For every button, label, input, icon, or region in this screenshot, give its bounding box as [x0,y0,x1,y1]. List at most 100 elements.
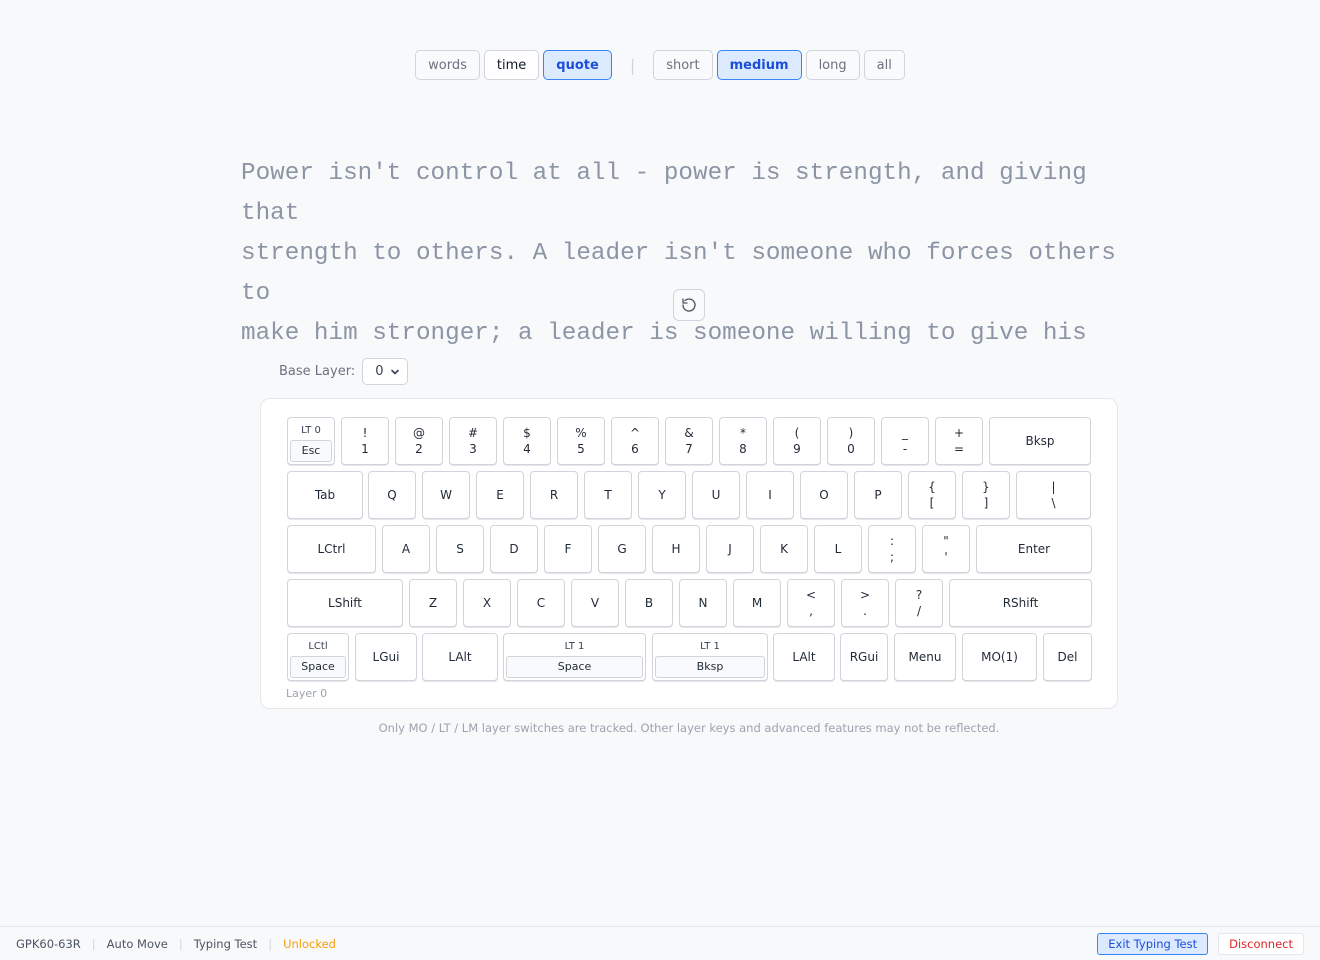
key-r3-9[interactable]: >. [841,579,889,627]
key-r1-7[interactable]: U [692,471,740,519]
key-label: - [902,442,908,456]
key-shift-label: ? [915,588,923,602]
key-r2-3[interactable]: D [490,525,538,573]
key-shift-label: & [684,426,694,440]
key-r4-8[interactable]: MO(1) [962,633,1037,681]
key-r3-7[interactable]: M [733,579,781,627]
key-label: 9 [793,442,801,456]
base-layer-value: 0 [375,364,384,379]
key-r3-10[interactable]: ? / [895,579,943,627]
key-r2-9[interactable]: L [814,525,862,573]
key-r1-2[interactable]: W [422,471,470,519]
key-r2-11[interactable]: " ' [922,525,970,573]
disconnect-button[interactable]: Disconnect [1218,932,1304,955]
key-label: ] [983,496,989,510]
key-r4-3[interactable]: LT 1 Space [503,633,646,681]
key-r0-8[interactable]: * 8 [719,417,767,465]
key-r4-9[interactable]: Del [1043,633,1092,681]
key-label: ' [944,550,948,564]
length-short-button[interactable]: short [653,50,713,80]
key-r3-11[interactable]: RShift [949,579,1092,627]
key-r0-4[interactable]: $4 [503,417,551,465]
key-label: 7 [685,442,693,456]
key-r1-6[interactable]: Y [638,471,686,519]
key-r0-9[interactable]: (9 [773,417,821,465]
key-r0-2[interactable]: @2 [395,417,443,465]
key-r0-1[interactable]: ! 1 [341,417,389,465]
key-r3-5[interactable]: B [625,579,673,627]
key-label: F [564,542,572,556]
key-r4-7[interactable]: Menu [894,633,956,681]
key-r3-1[interactable]: Z [409,579,457,627]
key-r4-1[interactable]: LGui [355,633,417,681]
key-r0-3[interactable]: #3 [449,417,497,465]
key-r0-5[interactable]: % 5 [557,417,605,465]
key-r2-10[interactable]: :; [868,525,916,573]
key-label: S [456,542,464,556]
auto-move-status[interactable]: Auto Move [107,937,168,951]
key-r2-2[interactable]: S [436,525,484,573]
keyboard-panel: Layer 0 LT 0 Esc! 1 @2 #3 $4% 5 ^ 6 & 7 * 8(9) 0 _ - + = B… [260,398,1118,709]
key-r1-12[interactable]: }] [962,471,1010,519]
key-shift-label: { [928,480,936,494]
quote-line: Power isn't control at all - power is st… [241,160,1087,227]
key-r0-0[interactable]: LT 0 Esc [287,417,335,465]
rotate-ccw-icon [682,298,696,312]
key-r0-10[interactable]: ) 0 [827,417,875,465]
key-layer-label: LT 1 [700,641,720,652]
key-r1-0[interactable]: Tab [287,471,363,519]
key-r2-7[interactable]: J [706,525,754,573]
key-r3-8[interactable]: <, [787,579,835,627]
key-r3-0[interactable]: LShift [287,579,403,627]
key-r1-3[interactable]: E [476,471,524,519]
key-r0-11[interactable]: _ - [881,417,929,465]
status-bar: GPK60-63R | Auto Move | Typing Test | Un… [0,926,1320,960]
key-r0-12[interactable]: + = [935,417,983,465]
key-r1-5[interactable]: T [584,471,632,519]
key-r1-9[interactable]: O [800,471,848,519]
layer-indicator: Layer 0 [286,687,328,700]
mode-time-button[interactable]: time [483,50,540,80]
test-type-group: words time quote [415,50,612,80]
key-r1-8[interactable]: I [746,471,794,519]
key-r4-5[interactable]: LAlt [773,633,835,681]
base-layer-select[interactable]: 0 [362,358,409,385]
key-r1-10[interactable]: P [854,471,902,519]
key-r4-6[interactable]: RGui [840,633,888,681]
key-r2-1[interactable]: A [382,525,430,573]
key-r3-4[interactable]: V [571,579,619,627]
key-label: Q [387,488,397,502]
key-r2-4[interactable]: F [544,525,592,573]
key-layer-label: LT 1 [564,641,585,652]
key-label: , [809,604,813,618]
key-r0-6[interactable]: ^ 6 [611,417,659,465]
key-r0-13[interactable]: Bksp [989,417,1091,465]
length-medium-button[interactable]: medium [716,50,802,80]
mode-bar: words time quote | short medium long all [0,50,1320,80]
key-r1-1[interactable]: Q [368,471,416,519]
mode-words-button[interactable]: words [415,50,480,80]
key-r0-7[interactable]: & 7 [665,417,713,465]
key-r4-2[interactable]: LAlt [422,633,498,681]
key-r2-8[interactable]: K [760,525,808,573]
key-r3-6[interactable]: N [679,579,727,627]
length-long-button[interactable]: long [805,50,860,80]
key-r3-3[interactable]: C [517,579,565,627]
mode-quote-button[interactable]: quote [543,50,612,80]
key-r4-4[interactable]: LT 1 Bksp [652,633,768,681]
quote-text[interactable]: Power isn't control at all - power is st… [241,154,1141,354]
key-r1-4[interactable]: R [530,471,578,519]
key-r3-2[interactable]: X [463,579,511,627]
key-r1-13[interactable]: | \ [1016,471,1091,519]
key-r2-5[interactable]: G [598,525,646,573]
restart-button[interactable] [673,289,705,321]
key-r2-12[interactable]: Enter [976,525,1092,573]
key-r2-6[interactable]: H [652,525,700,573]
exit-typing-test-button[interactable]: Exit Typing Test [1097,932,1209,955]
key-r4-0[interactable]: LCtl Space [287,633,349,681]
key-label: RShift [1002,596,1039,610]
key-r2-0[interactable]: LCtrl [287,525,376,573]
typing-test-status[interactable]: Typing Test [194,937,257,951]
key-r1-11[interactable]: {[ [908,471,956,519]
length-all-button[interactable]: all [863,50,905,80]
